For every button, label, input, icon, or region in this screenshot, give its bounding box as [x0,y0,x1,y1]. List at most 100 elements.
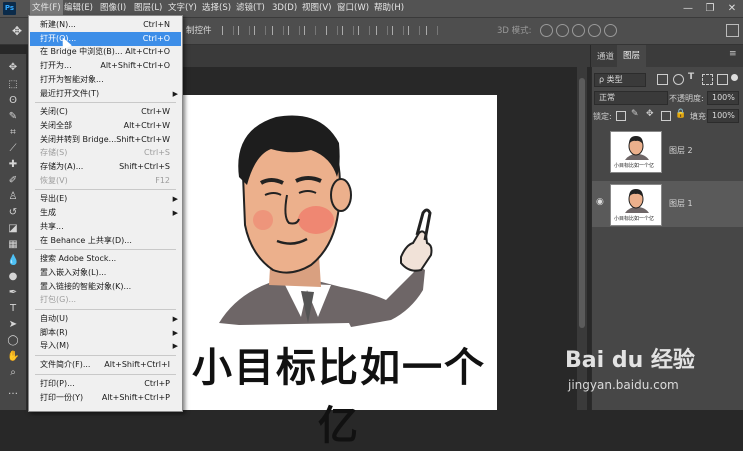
restore-button[interactable]: ❐ [699,0,721,17]
close-button[interactable]: ✕ [721,0,743,17]
distribute-top-icon[interactable] [326,26,338,35]
minimize-button[interactable]: — [677,0,699,17]
document-canvas[interactable]: 小目标比如一个亿 [181,95,497,449]
menu-item-8[interactable]: 视图(V) [300,0,333,17]
marquee-icon[interactable]: ⬚ [7,79,19,91]
layer-name[interactable]: 图层 2 [669,145,693,156]
file-menu-item-5[interactable]: 最近打开文件(T) ▶ [30,87,181,101]
file-menu-item-0[interactable]: 新建(N)... Ctrl+N [30,18,181,32]
file-menu-item-13[interactable]: 生成 ▶ [30,206,181,220]
dodge-icon[interactable]: ● [7,271,19,283]
lock-artboard-icon[interactable] [661,111,671,121]
file-menu-item-24[interactable]: 打印(P)... Ctrl+P [30,377,181,391]
file-menu-item-10[interactable]: 存储为(A)... Shift+Ctrl+S [30,160,181,174]
3d-slide-icon[interactable] [588,24,601,37]
healing-brush-icon[interactable]: ✚ [7,159,19,171]
file-menu-item-25[interactable]: 打印一份(Y) Alt+Shift+Ctrl+P [30,391,181,405]
path-select-icon[interactable]: ➤ [7,319,19,331]
filter-toggle-icon[interactable] [731,74,738,81]
tab-layers[interactable]: 图层 [617,45,647,67]
brush-icon[interactable]: ✐ [7,175,19,187]
opacity-input[interactable]: 100% [707,91,739,105]
menu-item-shortcut: Ctrl+P [144,378,170,388]
file-menu-item-12[interactable]: 导出(E) ▶ [30,192,181,206]
menu-item-9[interactable]: 窗口(W) [335,0,371,17]
quick-select-icon[interactable]: ✎ [7,111,19,123]
eyedropper-icon[interactable]: ⟋ [7,143,19,155]
lock-all-icon[interactable]: 🔒 [675,109,686,119]
options-auto-select-label[interactable]: 制控件 [186,24,212,36]
file-menu-item-14[interactable]: 共享... [30,220,181,234]
align-center-icon[interactable] [288,26,300,35]
eye-icon[interactable]: ◉ [596,197,604,207]
distribute-right-icon[interactable] [408,26,420,35]
blur-icon[interactable]: 💧 [7,255,19,267]
tab-channels[interactable]: 通道 [597,50,614,62]
file-menu-item-21[interactable]: 脚本(R) ▶ [30,326,181,340]
file-menu-item-8[interactable]: 关闭并转到 Bridge... Shift+Ctrl+W [30,133,181,147]
move-icon[interactable]: ✥ [7,62,19,74]
fill-input[interactable]: 100% [707,109,739,123]
distribute-left-icon[interactable] [376,26,388,35]
layer-name[interactable]: 图层 1 [669,198,693,209]
align-bottom-icon[interactable] [254,26,266,35]
file-menu-item-18[interactable]: 置入链接的智能对象(K)... [30,280,181,294]
file-menu-item-15[interactable]: 在 Behance 上共享(D)... [30,234,181,248]
blend-mode-select[interactable]: 正常 [594,91,668,105]
3d-scale-icon[interactable] [604,24,617,37]
lasso-icon[interactable]: ʘ [7,95,19,107]
clone-stamp-icon[interactable]: ♙ [7,191,19,203]
scrollbar-thumb[interactable] [579,78,585,328]
file-menu-item-3[interactable]: 打开为... Alt+Shift+Ctrl+O [30,59,181,73]
filter-shape-icon[interactable] [702,74,713,85]
lock-transparent-icon[interactable] [616,111,626,121]
align-top-icon[interactable] [222,26,234,35]
gradient-icon[interactable]: ▦ [7,239,19,251]
workspace-icon[interactable] [726,24,739,37]
panel-menu-icon[interactable]: ≡ [729,49,737,59]
pen-icon[interactable]: ✒ [7,287,19,299]
menu-item-6[interactable]: 滤镜(T) [234,0,267,17]
file-menu-item-2[interactable]: 在 Bridge 中浏览(B)... Alt+Ctrl+O [30,45,181,59]
history-brush-icon[interactable]: ↺ [7,207,19,219]
file-menu-item-22[interactable]: 导入(M) ▶ [30,339,181,353]
crop-icon[interactable]: ⌗ [7,127,19,139]
auto-align-icon[interactable] [426,26,438,35]
shape-icon[interactable]: ◯ [7,335,19,347]
hand-icon[interactable]: ✋ [7,351,19,363]
3d-pan-icon[interactable] [572,24,585,37]
eraser-icon[interactable]: ◪ [7,223,19,235]
align-left-icon[interactable] [272,26,284,35]
lock-position-icon[interactable]: ✥ [646,109,654,119]
distribute-middle-icon[interactable] [342,26,354,35]
3d-roll-icon[interactable] [556,24,569,37]
distribute-bottom-icon[interactable] [358,26,370,35]
more-tools-icon[interactable]: … [7,386,19,398]
layer-filter-select[interactable]: ρ 类型 [594,73,646,87]
move-tool-icon[interactable]: ✥ [12,24,22,38]
file-menu-item-16[interactable]: 搜索 Adobe Stock... [30,252,181,266]
filter-type-icon[interactable]: T [688,72,694,82]
file-menu-item-23[interactable]: 文件简介(F)... Alt+Shift+Ctrl+I [30,358,181,372]
lock-pixels-icon[interactable]: ✎ [631,109,639,119]
file-menu-item-6[interactable]: 关闭(C) Ctrl+W [30,105,181,119]
file-menu-item-17[interactable]: 置入嵌入对象(L)... [30,266,181,280]
file-menu-item-1[interactable]: 打开(O)... Ctrl+O [30,31,181,46]
filter-smart-icon[interactable] [717,74,728,85]
type-icon[interactable]: T [7,303,19,315]
menu-item-7[interactable]: 3D(D) [270,0,299,17]
align-middle-icon[interactable] [238,26,250,35]
menu-item-5[interactable]: 选择(S) [200,0,233,17]
filter-adjust-icon[interactable] [673,74,684,85]
3d-orbit-icon[interactable] [540,24,553,37]
menu-item-10[interactable]: 帮助(H) [372,0,406,17]
distribute-center-icon[interactable] [392,26,404,35]
zoom-icon[interactable]: ⌕ [7,367,19,379]
layer-row-selected[interactable]: ◉ 小目标比如一个亿 图层 1 [592,181,743,227]
file-menu-item-4[interactable]: 打开为智能对象... [30,73,181,87]
file-menu-item-20[interactable]: 自动(U) ▶ [30,312,181,326]
layer-row[interactable]: 小目标比如一个亿 图层 2 [592,128,743,174]
file-menu-item-7[interactable]: 关闭全部 Alt+Ctrl+W [30,119,181,133]
align-right-icon[interactable] [304,26,316,35]
filter-pixel-icon[interactable] [657,74,668,85]
